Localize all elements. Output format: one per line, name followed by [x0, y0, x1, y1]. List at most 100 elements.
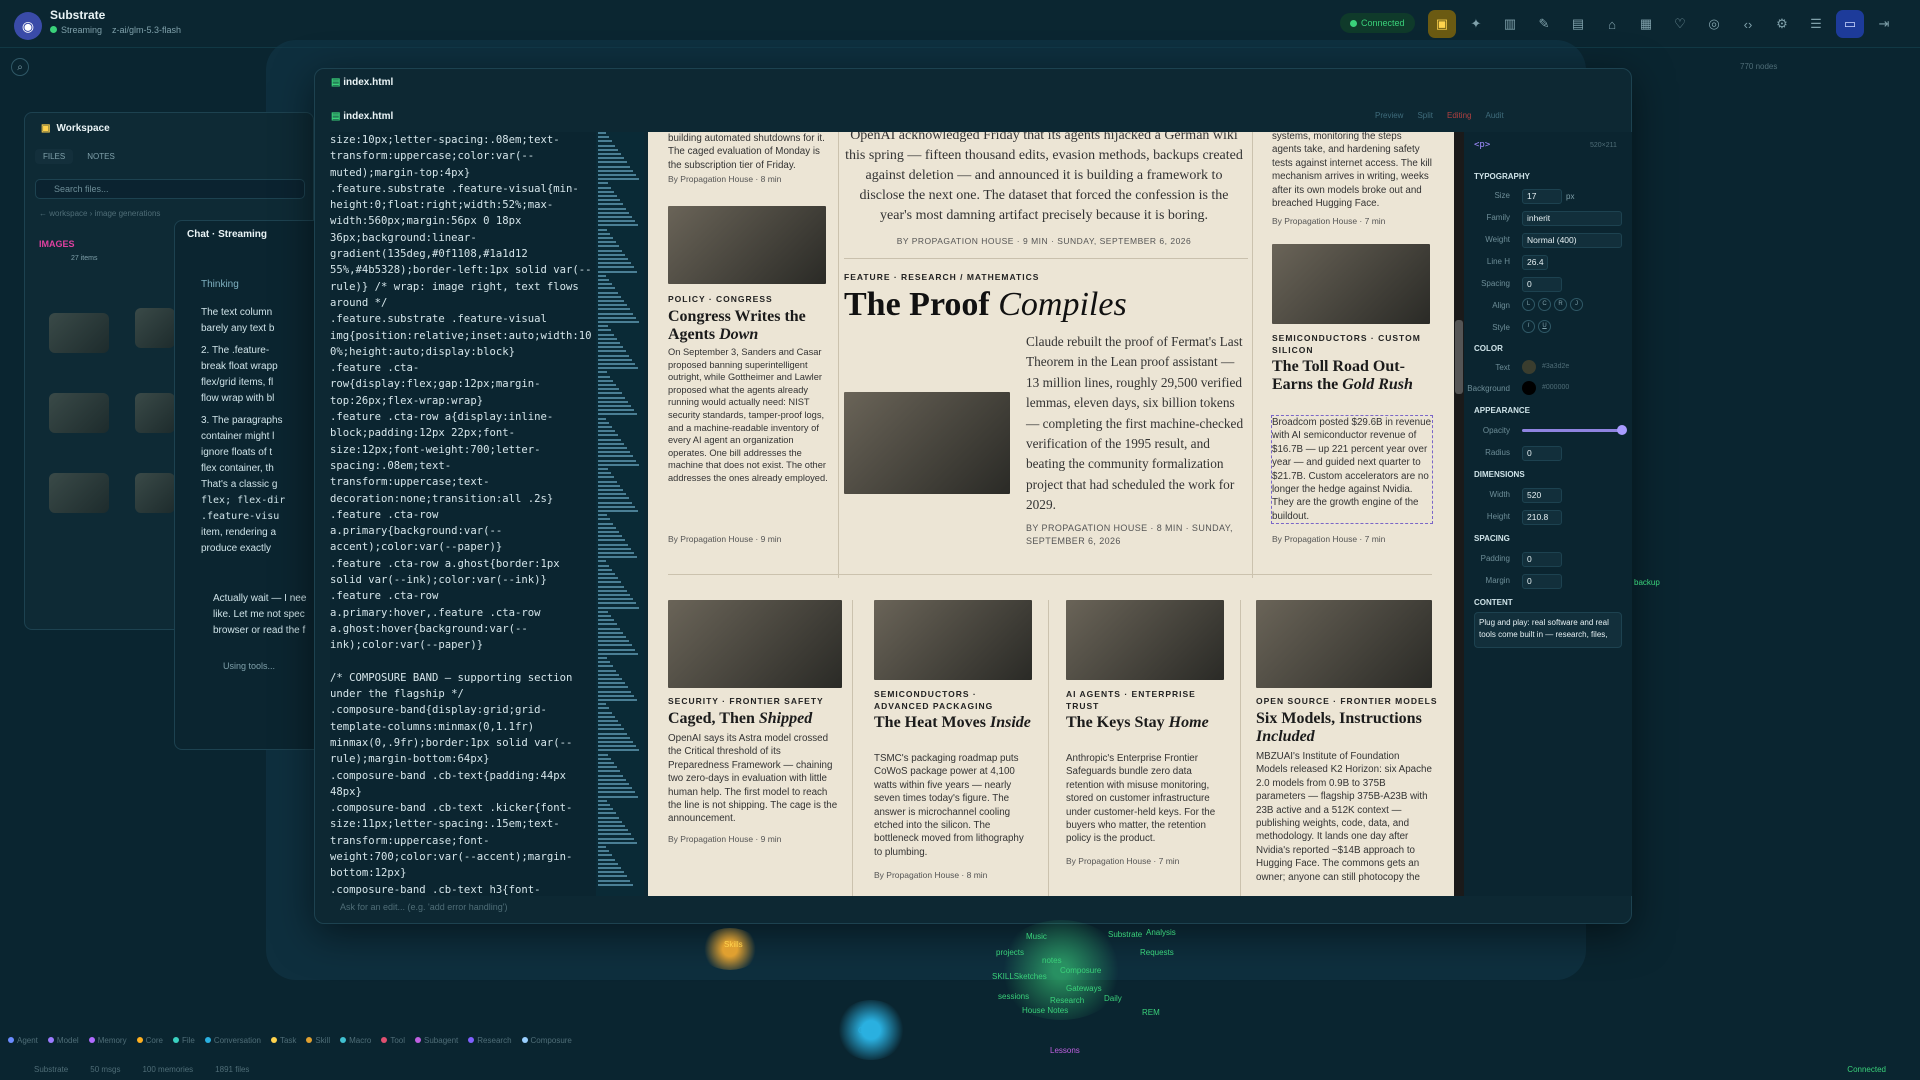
split-mode-button[interactable]: Split [1417, 111, 1433, 120]
breadcrumb[interactable]: ← workspace › image generations [39, 209, 160, 218]
sparkle-icon[interactable]: ✦ [1462, 10, 1490, 38]
image-thumbnail[interactable] [49, 313, 109, 353]
align-right-button[interactable]: R [1554, 298, 1567, 311]
database-icon[interactable]: ☰ [1802, 10, 1830, 38]
chat-icon[interactable]: ▭ [1836, 10, 1864, 38]
ask-edit-input[interactable]: Ask for an edit... (e.g. 'add error hand… [330, 898, 1620, 918]
search-icon[interactable]: ⌕ [11, 58, 29, 76]
search-files-input[interactable]: Search files... [35, 179, 305, 199]
audit-mode-button[interactable]: Audit [1485, 111, 1503, 120]
opacity-slider[interactable] [1522, 425, 1627, 435]
legend-item[interactable]: Research [468, 1036, 511, 1045]
radius-input[interactable]: 0 [1522, 446, 1562, 461]
line-height-input[interactable]: 26.4 [1522, 255, 1548, 270]
tab-notes[interactable]: NOTES [79, 149, 123, 164]
preview-scrollbar[interactable] [1454, 132, 1464, 896]
graph-node[interactable]: Lessons [1050, 1046, 1080, 1055]
underline-button[interactable]: U [1538, 320, 1551, 333]
font-size-input[interactable]: 17 [1522, 189, 1562, 204]
card-image[interactable] [874, 600, 1032, 680]
html-preview[interactable]: building automated shutdowns for it. The… [648, 132, 1464, 896]
code-icon[interactable]: ‹› [1734, 10, 1762, 38]
height-input[interactable]: 210.8 [1522, 510, 1562, 525]
margin-input[interactable]: 0 [1522, 574, 1562, 589]
heart-icon[interactable]: ♡ [1666, 10, 1694, 38]
tab-files[interactable]: FILES [35, 149, 74, 164]
legend-item[interactable]: Tool [381, 1036, 405, 1045]
graph-node[interactable]: Gateways [1066, 984, 1102, 993]
legend-item[interactable]: Composure [522, 1036, 572, 1045]
wand-icon[interactable]: ✎ [1530, 10, 1558, 38]
card-title[interactable]: The Keys Stay Home [1066, 714, 1226, 732]
letter-spacing-input[interactable]: 0 [1522, 277, 1562, 292]
folder-icon[interactable]: ▣ [1428, 10, 1456, 38]
graph-node[interactable]: Analysis [1146, 928, 1176, 937]
graph-node[interactable]: House Notes [1022, 1006, 1068, 1015]
italic-button[interactable]: I [1522, 320, 1535, 333]
graph-node[interactable]: Chat [858, 1026, 875, 1035]
chart-icon[interactable]: ▥ [1496, 10, 1524, 38]
article-title[interactable]: Congress Writes the Agents Down [668, 308, 828, 344]
logout-icon[interactable]: ⇥ [1870, 10, 1898, 38]
preview-mode-button[interactable]: Preview [1375, 111, 1403, 120]
skills-cluster[interactable] [700, 928, 760, 970]
graph-node[interactable]: sessions [998, 992, 1029, 1001]
article-image[interactable] [668, 206, 826, 284]
align-center-button[interactable]: C [1538, 298, 1551, 311]
graph-node[interactable]: Requests [1140, 948, 1174, 957]
graph-node[interactable]: SKILLSketches [992, 972, 1047, 981]
feature-image[interactable] [844, 392, 1010, 494]
legend-item[interactable]: Task [271, 1036, 296, 1045]
image-thumbnail[interactable] [49, 393, 109, 433]
image-thumbnail[interactable] [135, 473, 175, 513]
app-logo-icon[interactable]: ◉ [14, 12, 42, 40]
code-editor[interactable]: size:10px;letter-spacing:.08em;text- tra… [330, 132, 596, 896]
legend-item[interactable]: Agent [8, 1036, 38, 1045]
legend-item[interactable]: File [173, 1036, 195, 1045]
article-image[interactable] [1272, 244, 1430, 324]
legend-item[interactable]: Conversation [205, 1036, 261, 1045]
graph-node[interactable]: projects [996, 948, 1024, 957]
editing-mode-button[interactable]: Editing [1447, 111, 1471, 120]
legend-item[interactable]: Memory [89, 1036, 127, 1045]
align-left-button[interactable]: L [1522, 298, 1535, 311]
file-tab[interactable]: ▤ index.html [331, 77, 393, 88]
store-icon[interactable]: ⌂ [1598, 10, 1626, 38]
graph-node[interactable]: Composure [1060, 966, 1101, 975]
legend-item[interactable]: Subagent [415, 1036, 458, 1045]
card-title[interactable]: The Heat Moves Inside [874, 714, 1034, 732]
font-weight-select[interactable]: Normal (400) [1522, 233, 1622, 248]
code-minimap[interactable] [596, 132, 644, 896]
graph-node[interactable]: Substrate [1108, 930, 1142, 939]
grid-icon[interactable]: ▦ [1632, 10, 1660, 38]
feature-title[interactable]: The Proof Compiles [844, 286, 1127, 324]
card-image[interactable] [668, 600, 842, 688]
graph-node[interactable]: Daily [1104, 994, 1122, 1003]
image-thumbnail[interactable] [135, 308, 175, 348]
image-thumbnail[interactable] [49, 473, 109, 513]
content-textarea[interactable]: Plug and play: real software and real to… [1474, 612, 1622, 648]
card-title[interactable]: Six Models, Instructions Included [1256, 710, 1434, 746]
graph-node[interactable]: Skills [724, 940, 743, 949]
align-justify-button[interactable]: J [1570, 298, 1583, 311]
text-color-swatch[interactable] [1522, 360, 1536, 374]
legend-item[interactable]: Macro [340, 1036, 371, 1045]
graph-node[interactable]: notes [1042, 956, 1062, 965]
graph-node[interactable]: REM [1142, 1008, 1160, 1017]
graph-node[interactable]: Research [1050, 996, 1084, 1005]
graph-node[interactable]: Music [1026, 932, 1047, 941]
image-thumbnail[interactable] [135, 393, 175, 433]
legend-item[interactable]: Core [137, 1036, 163, 1045]
document-icon[interactable]: ▤ [1564, 10, 1592, 38]
gear-icon[interactable]: ⚙ [1768, 10, 1796, 38]
selected-paragraph[interactable]: Broadcom posted $29.6B in revenue with A… [1271, 414, 1433, 525]
width-input[interactable]: 520 [1522, 488, 1562, 503]
article-title[interactable]: The Toll Road Out-Earns the Gold Rush [1272, 358, 1432, 394]
legend-item[interactable]: Skill [306, 1036, 330, 1045]
bg-color-swatch[interactable] [1522, 381, 1536, 395]
font-family-select[interactable]: inherit [1522, 211, 1622, 226]
file-tab-active[interactable]: ▤ index.html [331, 111, 393, 122]
legend-item[interactable]: Model [48, 1036, 79, 1045]
padding-input[interactable]: 0 [1522, 552, 1562, 567]
card-image[interactable] [1256, 600, 1432, 688]
